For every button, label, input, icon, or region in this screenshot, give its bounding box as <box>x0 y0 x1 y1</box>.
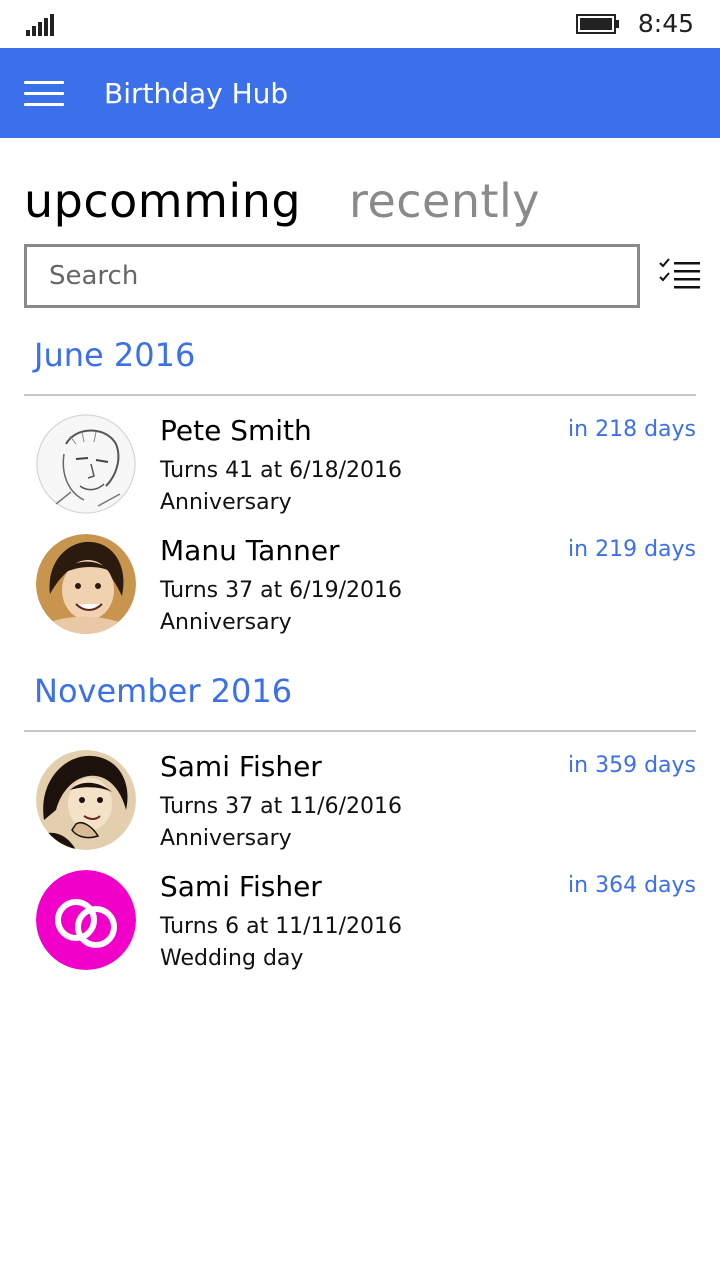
battery-full-icon <box>576 14 619 34</box>
app-title: Birthday Hub <box>104 77 289 110</box>
event-type: Wedding day <box>160 946 304 971</box>
tab-upcomming[interactable]: upcomming <box>24 170 301 234</box>
days-remaining: in 359 days <box>568 753 696 778</box>
person-name: Sami Fisher <box>160 750 322 783</box>
tab-recently[interactable]: recently <box>349 170 540 234</box>
hamburger-menu-icon[interactable] <box>24 81 64 107</box>
turns-text: Turns 37 at 11/6/2016 <box>160 794 402 819</box>
wedding-rings-icon <box>36 870 136 970</box>
avatar <box>36 534 136 634</box>
list-item[interactable]: Sami Fisher Turns 6 at 11/11/2016 Weddin… <box>0 870 720 980</box>
search-box <box>24 244 640 308</box>
turns-text: Turns 37 at 6/19/2016 <box>160 578 402 603</box>
pivot-tabs: upcomming recently <box>24 170 588 234</box>
list-item[interactable]: Sami Fisher Turns 37 at 11/6/2016 Annive… <box>0 750 720 860</box>
group-divider <box>24 394 696 396</box>
turns-text: Turns 6 at 11/11/2016 <box>160 914 402 939</box>
status-bar: 8:45 <box>0 0 720 48</box>
group-header-november-2016: November 2016 <box>34 672 293 710</box>
days-remaining: in 364 days <box>568 873 696 898</box>
clock: 8:45 <box>637 9 694 38</box>
person-name: Pete Smith <box>160 414 312 447</box>
group-divider <box>24 730 696 732</box>
search-input[interactable] <box>27 247 637 305</box>
group-header-june-2016: June 2016 <box>34 336 196 374</box>
app-bar: Birthday Hub <box>0 48 720 138</box>
days-remaining: in 218 days <box>568 417 696 442</box>
list-item[interactable]: Manu Tanner Turns 37 at 6/19/2016 Annive… <box>0 534 720 644</box>
avatar <box>36 414 136 514</box>
event-type: Anniversary <box>160 826 292 851</box>
avatar <box>36 750 136 850</box>
list-item[interactable]: Pete Smith Turns 41 at 6/18/2016 Anniver… <box>0 414 720 524</box>
turns-text: Turns 41 at 6/18/2016 <box>160 458 402 483</box>
signal-bars-icon <box>26 14 54 36</box>
days-remaining: in 219 days <box>568 537 696 562</box>
multi-select-checklist-icon[interactable] <box>656 256 702 296</box>
person-name: Sami Fisher <box>160 870 322 903</box>
event-type: Anniversary <box>160 490 292 515</box>
event-type: Anniversary <box>160 610 292 635</box>
person-name: Manu Tanner <box>160 534 340 567</box>
